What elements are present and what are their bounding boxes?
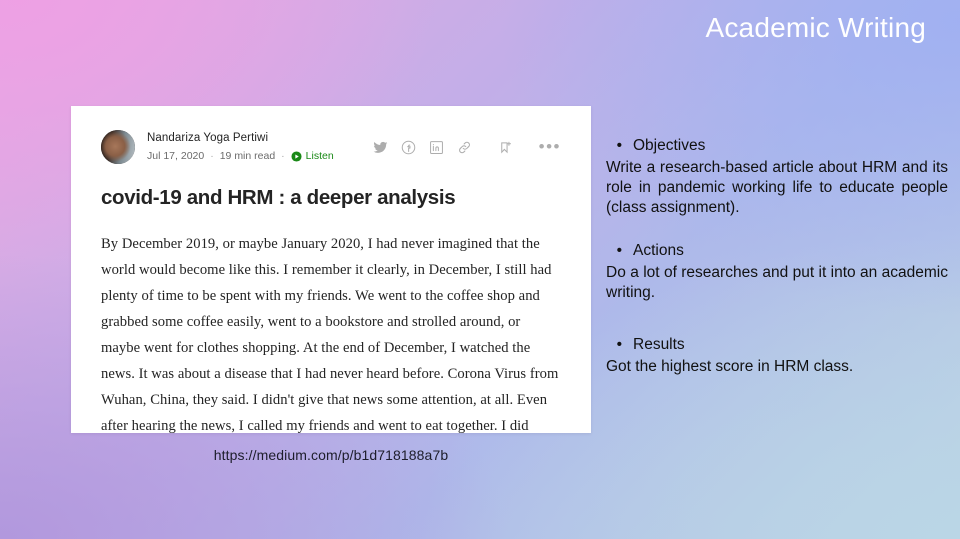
read-time: 19 min read — [219, 149, 276, 162]
article-card-content: Nandariza Yoga Pertiwi Jul 17, 2020 · 19… — [71, 106, 591, 433]
listen-label: Listen — [305, 149, 334, 162]
slide-canvas: Academic Writing Nandariza Yoga Pertiwi … — [0, 0, 960, 539]
medium-article-card: Nandariza Yoga Pertiwi Jul 17, 2020 · 19… — [71, 106, 591, 433]
play-circle-icon — [291, 151, 302, 162]
article-title: covid-19 and HRM : a deeper analysis — [101, 186, 456, 209]
article-byline-row: Nandariza Yoga Pertiwi Jul 17, 2020 · 19… — [101, 130, 561, 164]
actions-text: Do a lot of researches and put it into a… — [606, 263, 948, 301]
meta-separator-2: · — [281, 149, 285, 162]
byline-meta: Nandariza Yoga Pertiwi Jul 17, 2020 · 19… — [147, 131, 334, 163]
link-icon[interactable] — [457, 140, 472, 155]
article-meta-line: Jul 17, 2020 · 19 min read · Listen — [147, 150, 334, 163]
info-section-results: • Results Got the highest score in HRM cl… — [606, 335, 948, 377]
article-body-paragraph: By December 2019, or maybe January 2020,… — [101, 236, 559, 433]
actions-heading-label: Actions — [633, 241, 684, 259]
avatar — [101, 130, 135, 164]
objectives-heading-label: Objectives — [633, 137, 706, 154]
byline-author-group: Nandariza Yoga Pertiwi Jul 17, 2020 · 19… — [101, 130, 334, 164]
results-heading: • Results — [606, 335, 948, 355]
bullet-icon: • — [616, 241, 622, 259]
objectives-heading: • Objectives — [606, 136, 948, 156]
results-text: Got the highest score in HRM class. — [606, 358, 854, 376]
article-action-icons: ••• — [360, 138, 561, 155]
more-options-icon[interactable]: ••• — [539, 138, 561, 155]
avatar-photo — [101, 130, 135, 164]
article-url-caption: https://medium.com/p/b1d718188a7b — [213, 447, 449, 463]
meta-separator-1: · — [210, 149, 214, 162]
bookmark-add-icon[interactable] — [498, 140, 513, 155]
listen-button[interactable]: Listen — [291, 150, 334, 163]
objectives-text: Write a research-based article about HRM… — [606, 159, 948, 217]
facebook-icon[interactable] — [401, 140, 416, 155]
author-name[interactable]: Nandariza Yoga Pertiwi — [147, 131, 334, 145]
linkedin-icon[interactable] — [429, 140, 444, 155]
bullet-icon: • — [616, 137, 622, 154]
twitter-icon[interactable] — [373, 140, 388, 155]
info-section-actions: • Actions Do a lot of researches and put … — [606, 241, 948, 303]
actions-heading: • Actions — [606, 241, 948, 261]
results-heading-label: Results — [633, 335, 685, 353]
info-panel: • Objectives Write a research-based artic… — [606, 136, 948, 399]
publish-date: Jul 17, 2020 — [147, 149, 205, 162]
page-title: Academic Writing — [705, 12, 926, 43]
info-section-objectives: • Objectives Write a research-based artic… — [606, 136, 948, 219]
bullet-icon: • — [616, 335, 622, 353]
